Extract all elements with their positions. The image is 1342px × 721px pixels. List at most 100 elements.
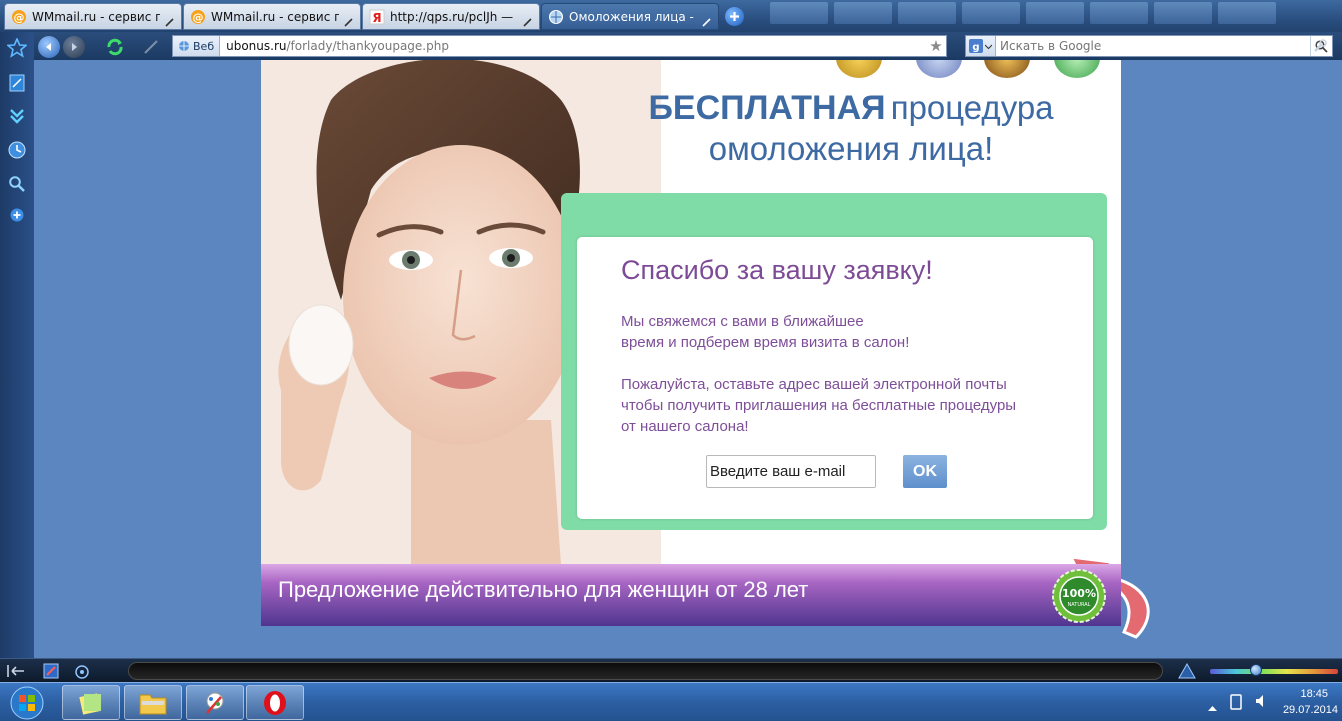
search-engine-selector[interactable]: g [966,36,996,56]
globe-icon [179,41,189,51]
url-path: /forlady/thankyoupage.php [286,39,449,53]
turbo-icon[interactable] [1178,662,1196,683]
arrow-right-icon [72,43,77,51]
tab-wmmail-1[interactable]: @ WMmail.ru - сервис п... [4,3,182,30]
zoom-slider-handle[interactable] [1250,664,1262,676]
card-text-line: Мы свяжемся с вами в ближайшее [621,313,864,330]
svg-text:@: @ [14,11,25,24]
taskbar-notes-app[interactable] [62,685,120,720]
desktop-thumb [1154,2,1212,24]
url-host: ubonus.ru [226,39,287,53]
address-bar[interactable]: Веб ubonus.ru/forlady/thankyoupage.php ★ [172,35,947,57]
offer-text: Предложение действительно для женщин от … [278,577,809,602]
desktop-thumb [898,2,956,24]
desktop-thumb [1026,2,1084,24]
taskbar-opera-app[interactable] [246,685,304,720]
folder-icon [139,694,167,714]
search-input[interactable] [996,39,1310,53]
search-icon[interactable] [6,173,28,195]
tab-active-face-rejuvenation[interactable]: Омоложения лица - ... [541,3,719,30]
tray-expand-icon[interactable] [1208,697,1217,716]
web-badge[interactable]: Веб [173,36,221,56]
tile-icon[interactable] [43,663,59,683]
sticky-notes-icon [79,692,101,715]
start-button[interactable] [4,684,50,721]
bookmark-star-icon[interactable]: ★ [926,37,946,55]
zoom-slider-track[interactable] [1210,669,1338,674]
taskbar-paint-app[interactable] [186,685,244,720]
gold-seal-icon [836,60,882,78]
page-progress-bar [128,662,1163,680]
windows-logo-icon [10,686,44,719]
thank-you-card: Спасибо за вашу заявку! Мы свяжемся с ва… [577,237,1093,519]
speed-dial-icon[interactable] [75,664,89,683]
google-icon: g [969,39,983,53]
system-tray: 18:45 29.07.2014 [1200,683,1342,721]
badge-sub: NATURAL [1068,602,1091,608]
card-text-line: от нашего салона! [621,418,749,435]
clock-time[interactable]: 18:45 [1300,688,1328,700]
quality-seals [836,60,1101,80]
ok-button[interactable]: OK [903,455,947,488]
badge-percent: 100% [1062,587,1096,600]
back-button[interactable] [38,36,60,58]
green-seal-icon [1054,60,1100,78]
paint-icon [206,692,224,714]
taskbar-explorer-app[interactable] [124,685,182,720]
navigation-toolbar: Веб ubonus.ru/forlady/thankyoupage.php ★… [0,32,1342,60]
blue-seal-icon [916,60,962,78]
add-panel-icon[interactable] [6,204,28,226]
tab-qps[interactable]: Я http://qps.ru/pclJh — ... [362,3,540,30]
svg-text:g: g [972,42,979,53]
phone-icon[interactable] [1228,693,1244,715]
tab-label: Омоложения лица - ... [569,9,697,24]
pen-icon[interactable] [702,12,712,27]
headline-rest: процедура [890,89,1054,126]
globe-icon [548,9,564,25]
url-text[interactable]: ubonus.ru/forlady/thankyoupage.php [220,39,926,53]
yandex-icon: Я [369,9,385,25]
forward-button[interactable] [63,36,85,58]
pen-icon[interactable] [523,12,533,27]
at-sign-icon: @ [11,9,27,25]
headline-line2: омоложения лица! [708,130,994,168]
search-bar[interactable]: g [965,35,1333,57]
card-text-line: чтобы получить приглашения на бесплатные… [621,397,1017,414]
page-viewport: БЕСПЛАТНАЯ процедура омоложения лица! Сп… [34,60,1342,658]
tab-label: WMmail.ru - сервис п... [32,9,160,24]
at-sign-icon: @ [190,9,206,25]
reload-button[interactable] [104,36,126,58]
new-tab-button[interactable] [725,7,744,26]
bookmarks-star-icon[interactable] [6,37,28,59]
email-input[interactable] [706,455,876,488]
desktop-thumb [834,2,892,24]
chevron-down-icon [985,44,992,49]
history-icon[interactable] [6,139,28,161]
desktop-thumb [770,2,828,24]
desktop-thumbnails [770,0,1342,32]
wand-button[interactable] [140,36,162,58]
landing-page: БЕСПЛАТНАЯ процедура омоложения лица! Сп… [261,60,1121,626]
tab-label: WMmail.ru - сервис п... [211,9,339,24]
plus-icon [730,12,739,21]
status-bar [0,658,1342,682]
card-text-line: Пожалуйста, оставьте адрес вашей электро… [621,376,1007,393]
card-text-line: время и подберем время визита в салон! [621,334,910,351]
opera-icon [264,690,286,715]
tab-wmmail-2[interactable]: @ WMmail.ru - сервис п... [183,3,361,30]
clock-date[interactable]: 29.07.2014 [1283,704,1338,716]
page-headline: БЕСПЛАТНАЯ процедура омоложения лица! [611,88,1091,170]
pen-icon[interactable] [165,12,175,27]
browser-tab-strip: @ WMmail.ru - сервис п... @ WMmail.ru - … [0,0,1342,32]
pen-icon[interactable] [344,12,354,27]
card-title: Спасибо за вашу заявку! [621,255,933,285]
downloads-icon[interactable] [6,105,28,127]
desktop-thumb [1218,2,1276,24]
notes-icon[interactable] [6,72,28,94]
wrench-icon[interactable] [1312,38,1328,58]
headline-strong: БЕСПЛАТНАЯ [648,89,886,127]
speaker-icon[interactable] [1254,693,1270,713]
sidebar-toggle-icon[interactable] [6,663,26,682]
svg-text:Я: Я [372,11,381,25]
wand-icon [144,40,158,54]
